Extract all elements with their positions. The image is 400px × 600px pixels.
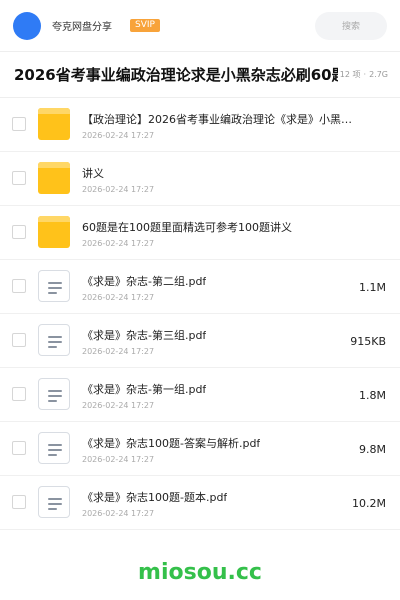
folder-meta: 12 项 · 2.7G xyxy=(340,69,388,80)
item-date: 2026-02-24 17:27 xyxy=(82,185,155,194)
page-title: 2026省考事业编政治理论求是小黑杂志必刷60题 xyxy=(14,66,338,84)
item-name: 《求是》杂志-第三组.pdf xyxy=(82,329,207,342)
list-item[interactable]: 60题是在100题里面精选可参考100题讲义 2026-02-24 17:27 xyxy=(0,206,400,260)
watermark: miosou.cc xyxy=(138,560,262,585)
document-icon xyxy=(38,324,70,356)
item-name: 60题是在100题里面精选可参考100题讲义 xyxy=(82,221,292,234)
folder-icon xyxy=(38,162,70,194)
item-date: 2026-02-24 17:27 xyxy=(82,131,155,140)
item-name: 《求是》杂志100题-答案与解析.pdf xyxy=(82,437,261,450)
list-item[interactable]: 【政治理论】2026省考事业编政治理论《求是》小黑… 2026-02-24 17… xyxy=(0,98,400,152)
list-item[interactable]: 《求是》杂志-第一组.pdf 2026-02-24 17:27 1.8M xyxy=(0,368,400,422)
item-date: 2026-02-24 17:27 xyxy=(82,401,155,410)
item-name: 《求是》杂志100题-题本.pdf xyxy=(82,491,228,504)
share-header: 夸克网盘分享 SVIP 搜索 xyxy=(0,0,400,52)
item-size: 1.1M xyxy=(359,281,386,294)
list-item[interactable]: 《求是》杂志100题-答案与解析.pdf 2026-02-24 17:27 9.… xyxy=(0,422,400,476)
list-item[interactable]: 《求是》杂志-第二组.pdf 2026-02-24 17:27 1.1M xyxy=(0,260,400,314)
item-name: 《求是》杂志-第二组.pdf xyxy=(82,275,207,288)
file-list: 【政治理论】2026省考事业编政治理论《求是》小黑… 2026-02-24 17… xyxy=(0,98,400,530)
item-date: 2026-02-24 17:27 xyxy=(82,347,155,356)
folder-title-row: 2026省考事业编政治理论求是小黑杂志必刷60题 12 项 · 2.7G xyxy=(0,52,400,98)
item-date: 2026-02-24 17:27 xyxy=(82,509,155,518)
item-name: 讲义 xyxy=(82,167,104,180)
svip-badge: SVIP xyxy=(130,19,160,32)
item-size: 9.8M xyxy=(359,443,386,456)
item-date: 2026-02-24 17:27 xyxy=(82,239,155,248)
avatar[interactable] xyxy=(13,11,41,40)
select-checkbox[interactable] xyxy=(12,441,26,455)
item-date: 2026-02-24 17:27 xyxy=(82,293,155,302)
item-size: 1.8M xyxy=(359,389,386,402)
total-size: 2.7G xyxy=(369,70,388,79)
select-checkbox[interactable] xyxy=(12,117,26,131)
list-item[interactable]: 《求是》杂志-第三组.pdf 2026-02-24 17:27 915KB xyxy=(0,314,400,368)
document-icon xyxy=(38,378,70,410)
item-name: 《求是》杂志-第一组.pdf xyxy=(82,383,207,396)
item-count: 12 项 xyxy=(339,70,361,79)
folder-icon xyxy=(38,108,70,140)
owner-name: 夸克网盘分享 xyxy=(52,22,112,33)
item-name: 【政治理论】2026省考事业编政治理论《求是》小黑… xyxy=(82,113,352,126)
item-size: 915KB xyxy=(350,335,386,348)
select-checkbox[interactable] xyxy=(12,333,26,347)
meta-separator: · xyxy=(363,70,367,79)
list-item[interactable]: 讲义 2026-02-24 17:27 xyxy=(0,152,400,206)
document-icon xyxy=(38,486,70,518)
select-checkbox[interactable] xyxy=(12,387,26,401)
select-checkbox[interactable] xyxy=(12,279,26,293)
folder-icon xyxy=(38,216,70,248)
document-icon xyxy=(38,432,70,464)
document-icon xyxy=(38,270,70,302)
item-size: 10.2M xyxy=(352,497,386,510)
select-checkbox[interactable] xyxy=(12,171,26,185)
search-button[interactable]: 搜索 xyxy=(315,11,387,40)
list-item[interactable]: 《求是》杂志100题-题本.pdf 2026-02-24 17:27 10.2M xyxy=(0,476,400,530)
select-checkbox[interactable] xyxy=(12,495,26,509)
select-checkbox[interactable] xyxy=(12,225,26,239)
item-date: 2026-02-24 17:27 xyxy=(82,455,155,464)
